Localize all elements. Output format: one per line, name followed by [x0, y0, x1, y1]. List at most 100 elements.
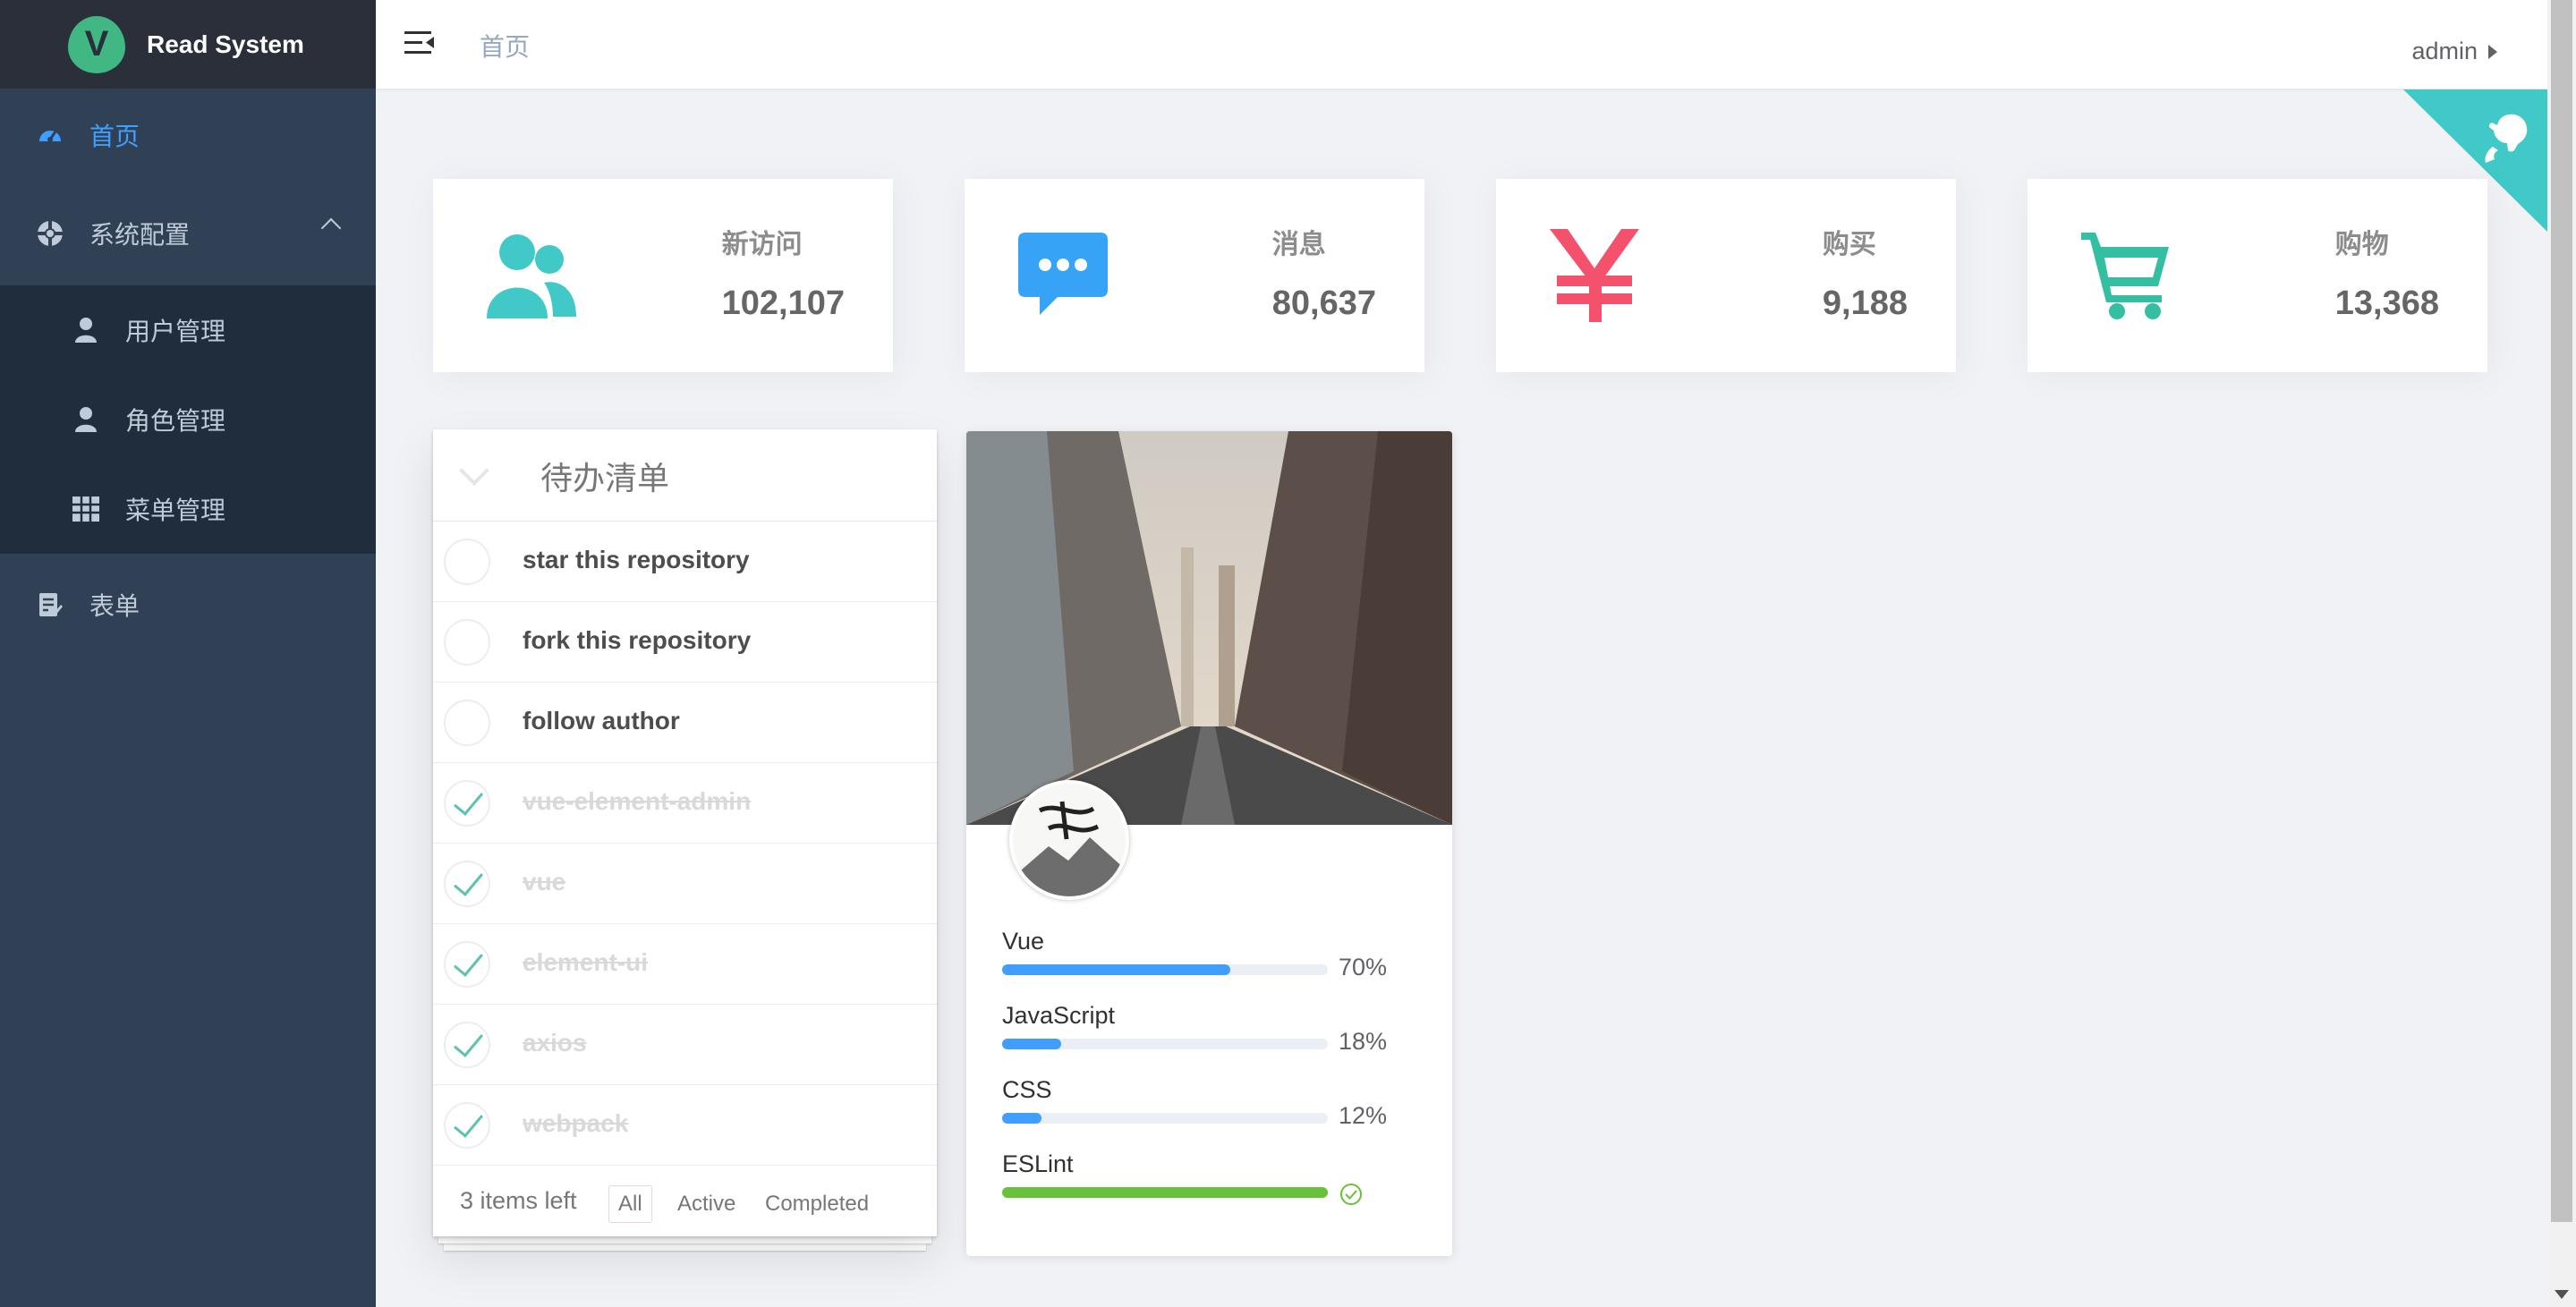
todo-footer: 3 items left All Active Completed: [433, 1166, 937, 1237]
panel-label: 新访问: [721, 230, 803, 259]
submenu-system-config: 用户管理 角色管理 菜单管理: [0, 285, 376, 554]
sidebar-item-system-config[interactable]: 系统配置: [0, 182, 376, 285]
scrollbar-thumb[interactable]: [2551, 0, 2572, 1222]
sidebar-item-role-management[interactable]: 角色管理: [0, 375, 376, 464]
todo-item[interactable]: axios: [433, 1005, 937, 1085]
panel-label: 购买: [1822, 230, 1876, 259]
progress-track: [1002, 1113, 1328, 1124]
panel-messages[interactable]: 消息 80,637: [965, 179, 1424, 372]
checked-circle-icon[interactable]: [444, 1022, 490, 1068]
username: admin: [2411, 38, 2478, 64]
todo-item-text: webpack: [523, 1109, 629, 1137]
sidebar-item-form[interactable]: 表单: [0, 554, 376, 656]
sidebar-item-menu-management[interactable]: 菜单管理: [0, 464, 376, 554]
progress-label: ESLint: [1002, 1150, 1074, 1177]
message-icon: [1015, 227, 1111, 324]
sidebar-logo[interactable]: V Read System: [0, 0, 376, 89]
form-icon: [34, 589, 66, 621]
progress-item: Vue 70%: [1002, 928, 1396, 980]
success-check-icon: [1340, 1184, 1362, 1205]
todo-item[interactable]: vue-element-admin: [433, 763, 937, 844]
todo-item[interactable]: follow author: [433, 683, 937, 763]
panel-label: 消息: [1271, 230, 1326, 259]
panel-label: 购物: [2334, 230, 2389, 259]
dashboard-icon: [34, 119, 66, 151]
table-icon: [70, 493, 102, 525]
progress-fill: [1002, 1187, 1328, 1198]
sidebar: V Read System 首页 系统配置 用户管理 角色管理 菜单管理 表单: [0, 0, 376, 1307]
panel-value: 80,637: [1271, 284, 1376, 322]
caret-right-icon: [2488, 44, 2497, 59]
user-icon: [70, 403, 102, 436]
checked-circle-icon[interactable]: [444, 941, 490, 988]
todo-header: 待办清单: [433, 429, 937, 522]
sidebar-item-label: 角色管理: [125, 407, 226, 435]
avatar: [1009, 780, 1129, 900]
progress-label: Vue: [1002, 928, 1045, 955]
todo-item-text: follow author: [523, 707, 680, 734]
unchecked-circle-icon[interactable]: [444, 539, 490, 585]
filter-all[interactable]: All: [608, 1185, 652, 1223]
progress-percent: 70%: [1339, 954, 1388, 980]
panel-shopping[interactable]: 购物 13,368: [2028, 179, 2487, 372]
progress-label: JavaScript: [1002, 1002, 1116, 1029]
todo-item[interactable]: webpack: [433, 1085, 937, 1166]
checked-circle-icon[interactable]: [444, 780, 490, 827]
todo-count: 3 items left: [460, 1187, 577, 1214]
filter-completed[interactable]: Completed: [755, 1185, 879, 1223]
todo-item-text: star this repository: [523, 546, 750, 573]
checked-circle-icon[interactable]: [444, 1102, 490, 1149]
progress-fill: [1002, 1039, 1061, 1049]
todo-item[interactable]: star this repository: [433, 522, 937, 602]
todo-item-text: vue-element-admin: [523, 787, 752, 815]
sidebar-item-label: 系统配置: [89, 221, 191, 249]
todo-item-text: element-ui: [523, 948, 649, 976]
settings-icon: [34, 217, 66, 250]
progress-track: [1002, 1187, 1328, 1198]
panel-value: 102,107: [721, 284, 845, 322]
checked-circle-icon[interactable]: [444, 861, 490, 907]
box-card: Vue 70% JavaScript 18% CSS 12% ESLint: [966, 431, 1452, 1256]
progress-fill: [1002, 964, 1230, 975]
shopping-icon: [2078, 227, 2174, 324]
todo-item[interactable]: fork this repository: [433, 602, 937, 683]
progress-item: CSS 12%: [1002, 1076, 1396, 1129]
toggle-all-icon[interactable]: [459, 455, 489, 486]
panel-value: 13,368: [2334, 284, 2439, 322]
todo-item-text: fork this repository: [523, 626, 752, 654]
unchecked-circle-icon[interactable]: [444, 700, 490, 746]
sidebar-item-user-management[interactable]: 用户管理: [0, 285, 376, 375]
todo-stack-shadow: [444, 1243, 926, 1251]
panel-new-visits[interactable]: 新访问 102,107: [433, 179, 893, 372]
progress-percent: 12%: [1339, 1102, 1388, 1129]
sidebar-item-label: 菜单管理: [125, 496, 226, 524]
sidebar-item-label: 用户管理: [125, 318, 226, 345]
sidebar-item-label: 首页: [89, 123, 140, 150]
filter-active[interactable]: Active: [667, 1185, 745, 1223]
sidebar-item-label: 表单: [89, 592, 140, 620]
user-icon: [70, 314, 102, 346]
progress-item: ESLint: [1002, 1150, 1396, 1205]
scroll-down-icon[interactable]: [2555, 1290, 2569, 1299]
panel-value: 9,188: [1822, 284, 1908, 322]
todo-item-text: axios: [523, 1029, 587, 1057]
chevron-up-icon: [320, 217, 342, 239]
user-dropdown[interactable]: admin: [2411, 38, 2497, 65]
progress-item: JavaScript 18%: [1002, 1002, 1396, 1055]
progress-track: [1002, 964, 1328, 975]
sidebar-item-home[interactable]: 首页: [0, 89, 376, 182]
vue-logo-icon: V: [68, 15, 125, 73]
todo-item[interactable]: vue: [433, 844, 937, 924]
todo-item[interactable]: element-ui: [433, 924, 937, 1005]
todo-list: 待办清单 star this repository fork this repos…: [433, 429, 937, 1236]
todo-item-text: vue: [523, 868, 566, 895]
hamburger-icon[interactable]: [404, 30, 435, 56]
money-icon: [1546, 227, 1643, 324]
breadcrumb: 首页: [480, 33, 531, 61]
panel-purchases[interactable]: 购买 9,188: [1496, 179, 1956, 372]
progress-track: [1002, 1039, 1328, 1049]
todo-stack-shadow: [438, 1236, 931, 1243]
page-scrollbar[interactable]: [2547, 0, 2576, 1307]
navbar: 首页 admin: [376, 0, 2547, 89]
unchecked-circle-icon[interactable]: [444, 619, 490, 666]
